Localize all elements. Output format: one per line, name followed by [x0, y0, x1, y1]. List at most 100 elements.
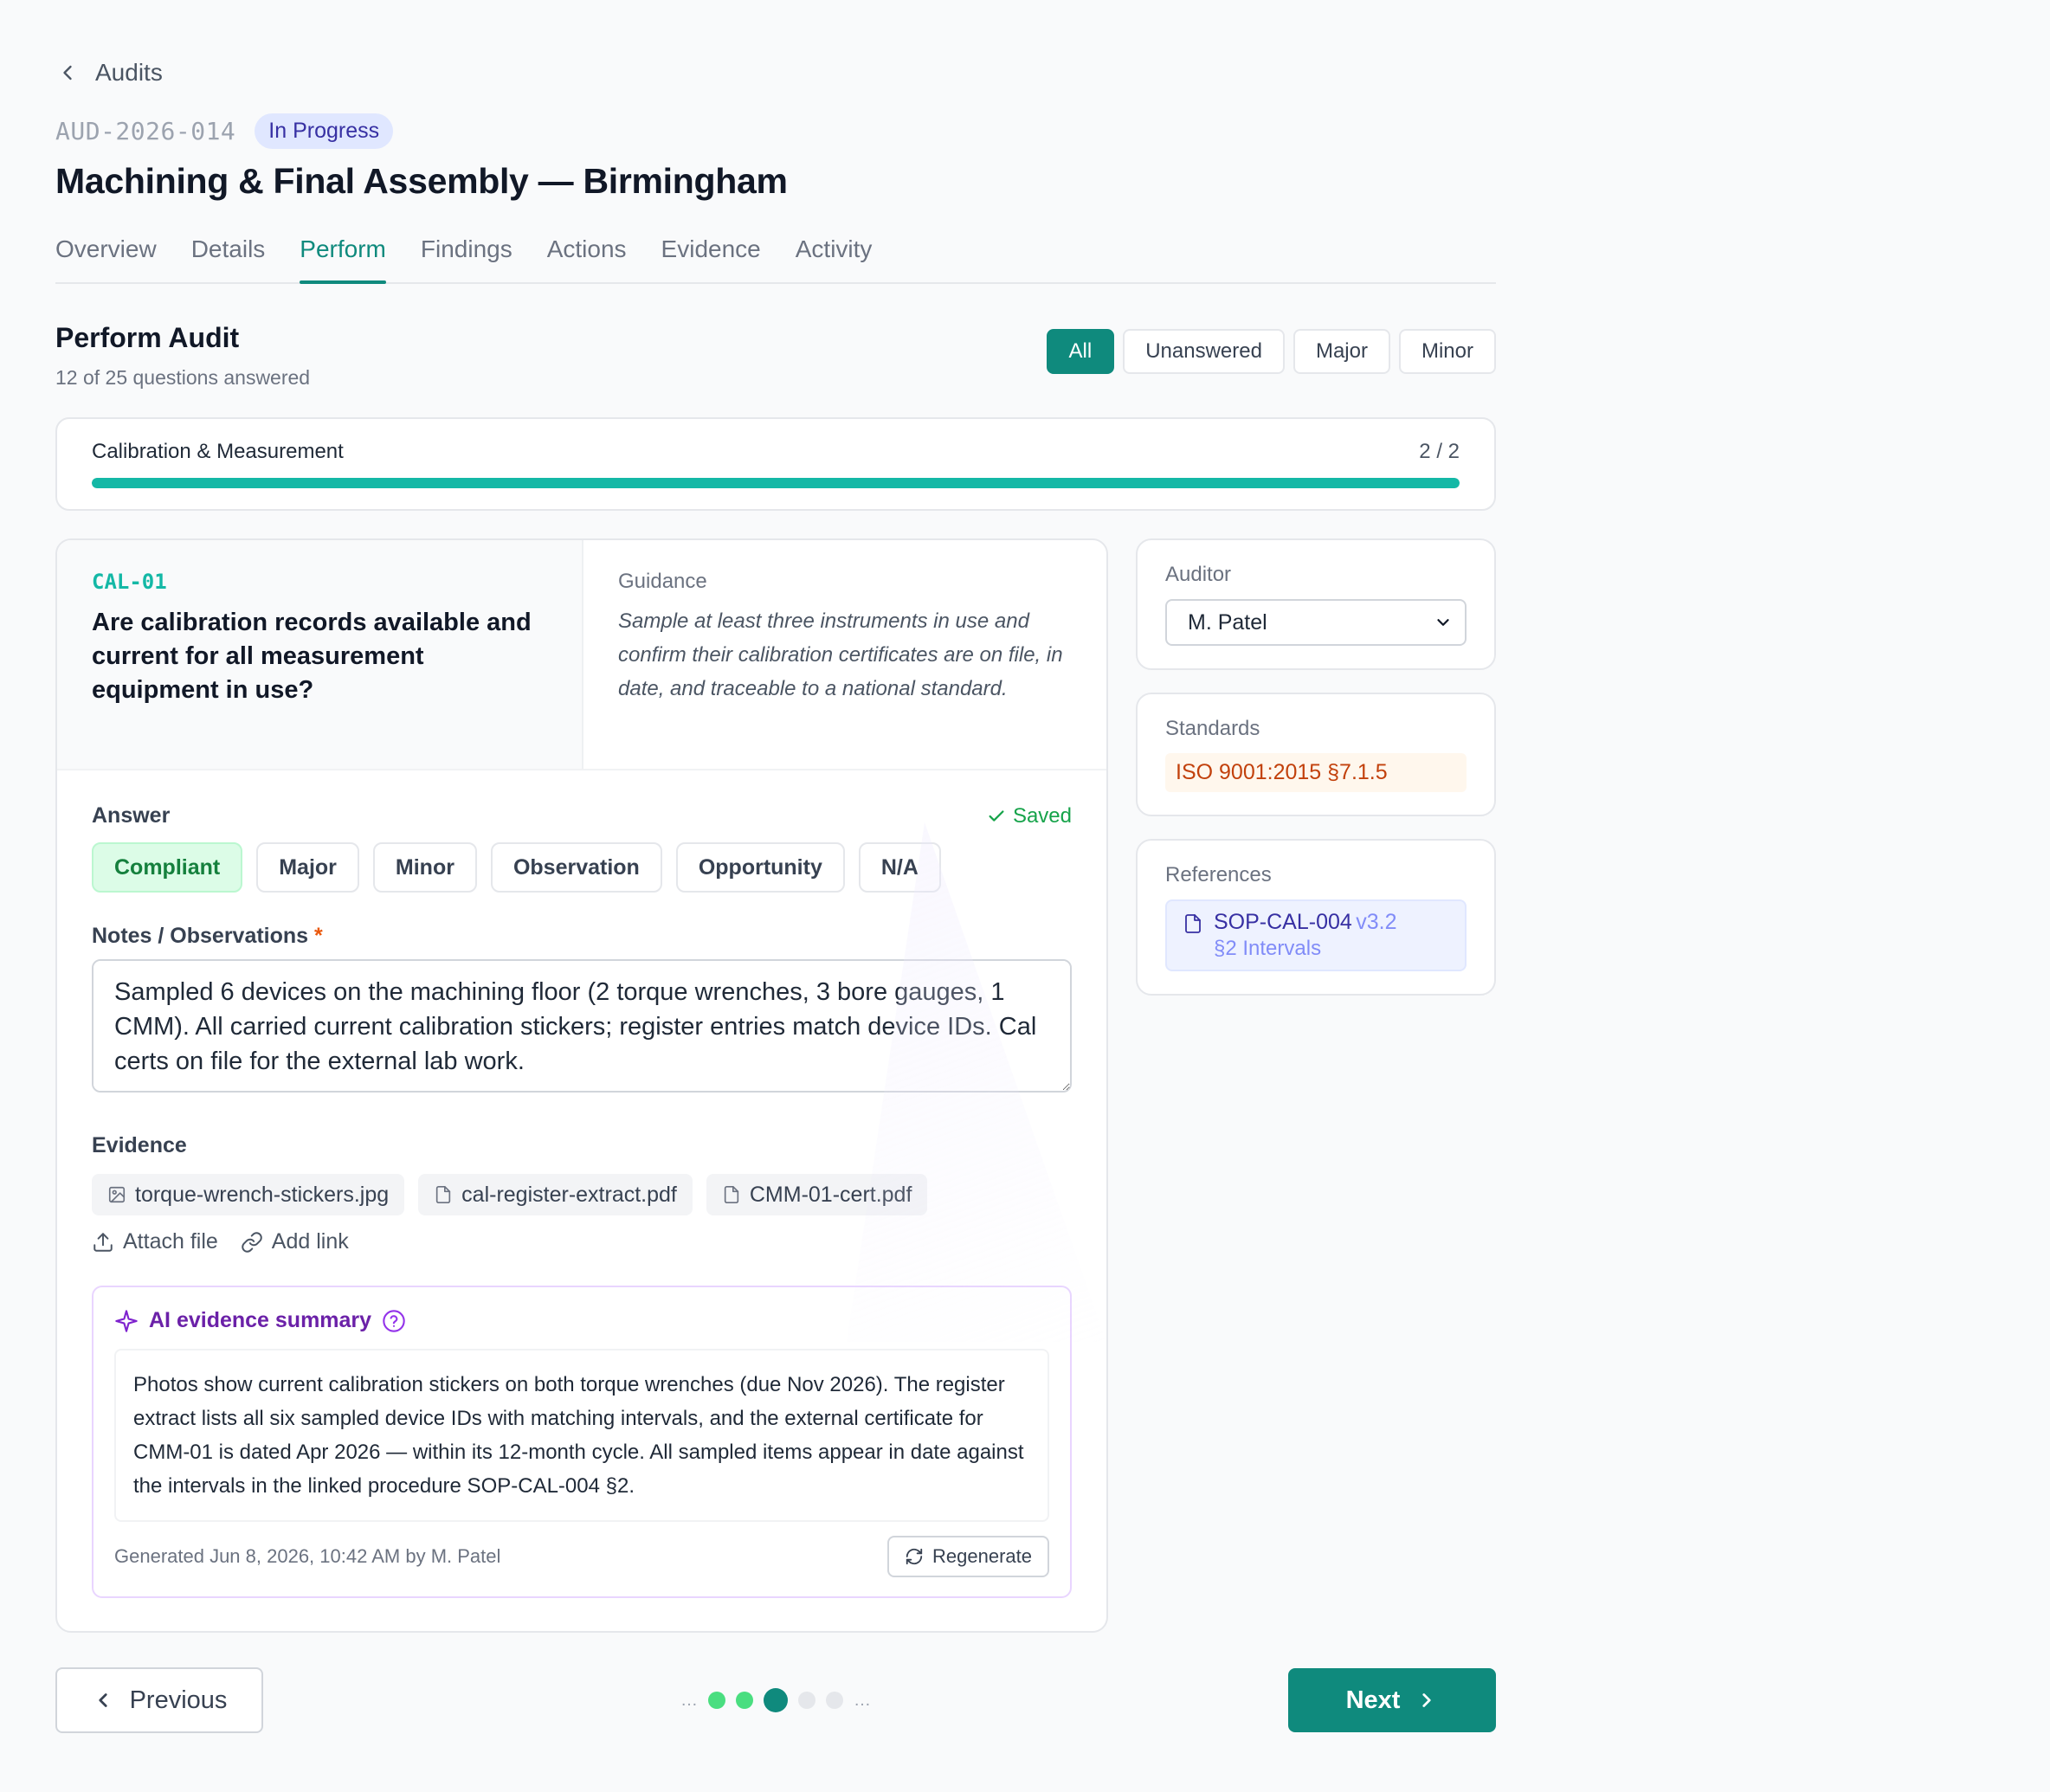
reference-section: §2 Intervals	[1214, 937, 1322, 960]
question-card: CAL-01 Are calibration records available…	[55, 538, 1108, 1633]
standards-label: Standards	[1165, 717, 1260, 740]
chevron-left-icon	[63, 65, 72, 81]
next-label: Next	[1345, 1686, 1401, 1714]
question-filters: All Unanswered Major Minor	[1046, 329, 1496, 386]
answer-observation-button[interactable]: Observation	[490, 842, 662, 893]
pager-dot[interactable]	[826, 1692, 843, 1709]
status-badge: In Progress	[255, 113, 394, 149]
saved-indicator: Saved	[987, 804, 1072, 828]
saved-label: Saved	[1012, 803, 1072, 828]
evidence-file-chip[interactable]: torque-wrench-stickers.jpg	[92, 1174, 405, 1215]
tab-evidence[interactable]: Evidence	[661, 229, 761, 282]
previous-label: Previous	[129, 1686, 228, 1714]
perform-title: Perform Audit	[55, 322, 240, 353]
ai-summary-title: AI evidence summary	[149, 1308, 372, 1332]
tab-details[interactable]: Details	[191, 229, 266, 282]
audit-id: AUD-2026-014	[55, 116, 236, 145]
question-sidebar: Auditor M. Patel Standards ISO 9001:2015…	[1136, 538, 1496, 1633]
answer-na-button[interactable]: N/A	[858, 842, 941, 893]
question-navigation: Previous … … Next	[55, 1667, 1496, 1733]
tab-findings[interactable]: Findings	[421, 229, 512, 282]
add-link-button[interactable]: Add link	[241, 1229, 349, 1254]
previous-button[interactable]: Previous	[55, 1667, 263, 1733]
standards-card: Standards ISO 9001:2015 §7.1.5	[1136, 693, 1496, 816]
tab-activity[interactable]: Activity	[796, 229, 873, 282]
answer-compliant-button[interactable]: Compliant	[92, 842, 243, 893]
filter-unanswered-button[interactable]: Unanswered	[1123, 329, 1285, 374]
filter-all-button[interactable]: All	[1046, 329, 1115, 374]
question-body: Answer Saved Compliant Major Minor Obser…	[57, 770, 1106, 1631]
file-icon	[724, 1186, 739, 1203]
chevron-left-icon	[98, 1693, 107, 1707]
notes-textarea[interactable]: Sampled 6 devices on the machining floor…	[92, 959, 1072, 1093]
section-progress-card: Calibration & Measurement 2 / 2	[55, 417, 1496, 511]
evidence-label: Evidence	[92, 1133, 187, 1157]
section-progress-bar	[92, 478, 1460, 488]
evidence-file-name: cal-register-extract.pdf	[461, 1182, 677, 1207]
auditor-card: Auditor M. Patel	[1136, 538, 1496, 670]
breadcrumb[interactable]: Audits	[55, 52, 1496, 93]
question-code: CAL-01	[92, 570, 167, 594]
add-link-label: Add link	[271, 1229, 349, 1254]
ai-generated-meta: Generated Jun 8, 2026, 10:42 AM by M. Pa…	[114, 1545, 501, 1567]
answer-opportunity-button[interactable]: Opportunity	[675, 842, 845, 893]
evidence-file-chip[interactable]: CMM-01-cert.pdf	[706, 1174, 928, 1215]
ai-summary-text: Photos show current calibration stickers…	[114, 1349, 1049, 1522]
notes-label: Notes / Observations *	[92, 924, 1072, 949]
evidence-files: torque-wrench-stickers.jpg cal-register-…	[92, 1174, 1072, 1215]
check-icon	[989, 809, 1004, 822]
ai-summary-panel: AI evidence summary Photos show current …	[92, 1286, 1072, 1598]
answer-minor-button[interactable]: Minor	[372, 842, 477, 893]
section-progress-fill	[92, 478, 1460, 488]
filter-major-button[interactable]: Major	[1293, 329, 1390, 374]
tab-bar: Overview Details Perform Findings Action…	[55, 229, 1496, 284]
tab-perform[interactable]: Perform	[300, 229, 386, 284]
tab-overview[interactable]: Overview	[55, 229, 157, 282]
pager-dot[interactable]	[798, 1692, 815, 1709]
regenerate-button[interactable]: Regenerate	[887, 1536, 1049, 1577]
evidence-file-chip[interactable]: cal-register-extract.pdf	[418, 1174, 693, 1215]
references-label: References	[1165, 863, 1272, 886]
main-columns: CAL-01 Are calibration records available…	[55, 538, 1496, 1633]
breadcrumb-label[interactable]: Audits	[95, 59, 163, 87]
standard-tag[interactable]: ISO 9001:2015 §7.1.5	[1165, 753, 1467, 792]
perform-header: Perform Audit 12 of 25 questions answere…	[55, 322, 1496, 389]
file-icon	[1185, 914, 1201, 933]
regenerate-label: Regenerate	[932, 1545, 1032, 1567]
notes-label-text: Notes / Observations	[92, 924, 309, 948]
pager-dot[interactable]	[708, 1692, 725, 1709]
upload-icon	[93, 1232, 113, 1252]
question-pager: … …	[680, 1688, 871, 1712]
evidence-actions: Attach file Add link	[92, 1229, 1072, 1254]
answered-count: 12 of 25 questions answered	[55, 366, 311, 389]
attach-file-button[interactable]: Attach file	[92, 1229, 218, 1254]
filter-minor-button[interactable]: Minor	[1398, 329, 1496, 374]
tab-actions[interactable]: Actions	[547, 229, 627, 282]
evidence-file-name: CMM-01-cert.pdf	[749, 1182, 912, 1207]
reference-link[interactable]: SOP-CAL-004 v3.2 §2 Intervals	[1165, 899, 1467, 971]
auditor-select[interactable]: M. Patel	[1165, 599, 1467, 646]
reference-id: SOP-CAL-004	[1214, 910, 1352, 934]
section-count: 2 / 2	[1419, 440, 1460, 463]
references-card: References SOP-CAL-004 v3.2 §2 Intervals	[1136, 839, 1496, 996]
sparkle-icon	[115, 1309, 138, 1332]
chevron-down-icon	[1437, 619, 1449, 626]
evidence-file-name: torque-wrench-stickers.jpg	[135, 1182, 390, 1207]
required-mark: *	[314, 924, 323, 948]
chevron-right-icon	[1422, 1693, 1432, 1707]
pager-ellipsis: …	[680, 1690, 698, 1710]
pager-dot-current[interactable]	[764, 1688, 788, 1712]
help-icon[interactable]	[382, 1309, 406, 1333]
file-icon	[436, 1186, 451, 1203]
pager-dot[interactable]	[736, 1692, 753, 1709]
next-button[interactable]: Next	[1288, 1668, 1496, 1732]
page-title: Machining & Final Assembly — Birmingham	[55, 161, 788, 201]
answer-major-button[interactable]: Major	[256, 842, 359, 893]
attach-file-label: Attach file	[123, 1229, 218, 1254]
auditor-value: M. Patel	[1188, 609, 1267, 635]
guidance-label: Guidance	[618, 570, 707, 593]
section-name: Calibration & Measurement	[92, 440, 344, 463]
audit-perform-page: Audits AUD-2026-014 In Progress Machinin…	[55, 52, 1496, 1733]
audit-id-row: AUD-2026-014 In Progress	[55, 113, 1496, 149]
answer-label: Answer	[92, 803, 171, 828]
